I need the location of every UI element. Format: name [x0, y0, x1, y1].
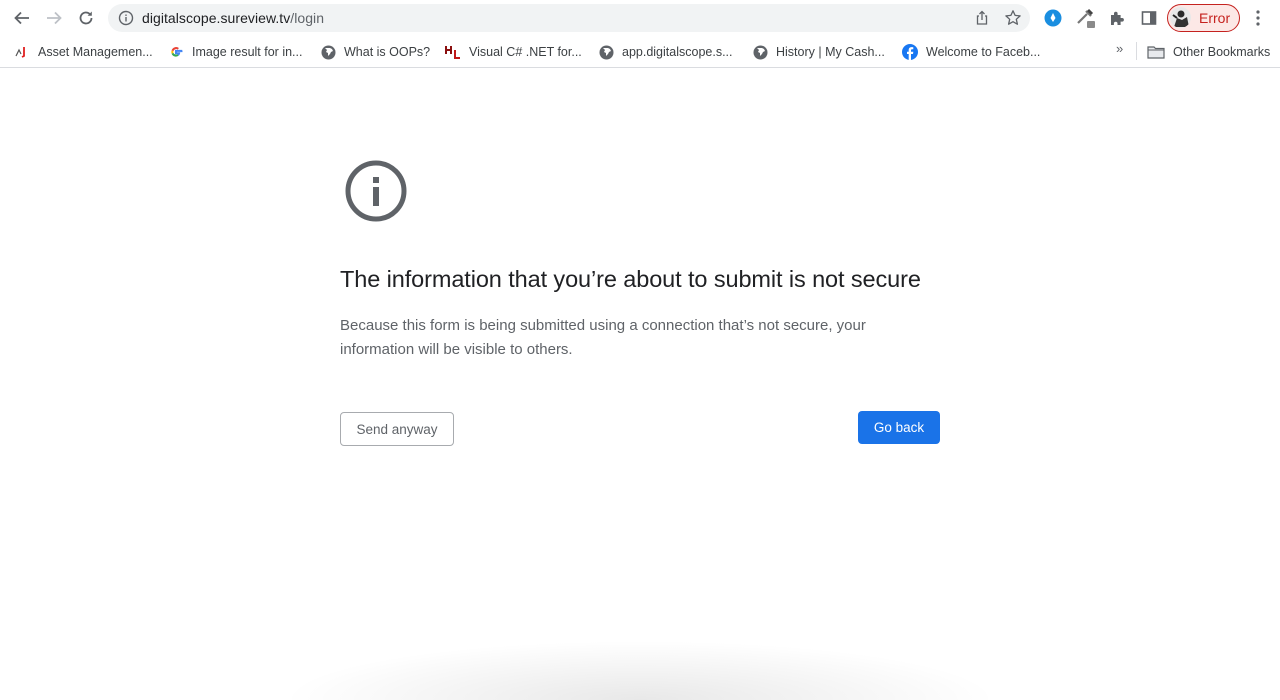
- pen-extension-icon: [1044, 9, 1062, 27]
- reload-icon: [79, 11, 93, 25]
- extension-pen-button[interactable]: [1042, 7, 1064, 29]
- puzzle-icon: [1111, 11, 1124, 25]
- bookmark-label: What is OOPs?: [344, 45, 431, 59]
- bookmarks-bar: Asset Managemen... Image result for in..…: [0, 36, 1280, 68]
- bookmark-label: Image result for in...: [192, 45, 303, 59]
- other-bookmarks-label: Other Bookmarks: [1173, 45, 1271, 59]
- arrow-right-icon: [47, 11, 62, 25]
- bookmark-label: Visual C# .NET for...: [469, 45, 582, 59]
- side-panel-button[interactable]: [1138, 7, 1160, 29]
- profile-error-label: Error: [1199, 10, 1231, 26]
- bottom-shadow: [280, 640, 1000, 700]
- arrow-left-icon: [14, 11, 29, 25]
- avatar: [1170, 7, 1191, 28]
- chrome-menu-button[interactable]: [1250, 8, 1266, 28]
- url-host: digitalscope.sureview.tv: [142, 10, 291, 26]
- asset-mgmt-icon: [14, 44, 30, 60]
- info-icon: [345, 160, 407, 222]
- share-icon[interactable]: [974, 10, 990, 26]
- reload-button[interactable]: [75, 7, 97, 29]
- forward-button[interactable]: [43, 7, 65, 29]
- profile-button[interactable]: Error: [1167, 4, 1240, 32]
- bookmark-item[interactable]: History | My Cash...: [752, 41, 885, 63]
- globe-icon: [598, 44, 614, 60]
- bookmark-item[interactable]: Visual C# .NET for...: [445, 41, 582, 63]
- extensions-button[interactable]: [1106, 7, 1128, 29]
- bookmark-item[interactable]: What is OOPs?: [320, 41, 430, 63]
- bookmark-label: Welcome to Faceb...: [926, 45, 1041, 59]
- more-vert-icon: [1256, 10, 1260, 26]
- bookmark-star-icon[interactable]: [1004, 9, 1022, 27]
- hl-icon: [445, 44, 461, 60]
- bookmark-item[interactable]: Image result for in...: [168, 41, 302, 63]
- folder-icon: [1147, 44, 1165, 60]
- bookmark-label: app.digitalscope.s...: [622, 45, 733, 59]
- url-path: /login: [290, 10, 325, 26]
- globe-icon: [752, 44, 768, 60]
- avatar-image-icon: [1172, 10, 1189, 27]
- bookmarks-overflow-button[interactable]: »: [1116, 41, 1123, 56]
- bookmark-item[interactable]: app.digitalscope.s...: [598, 41, 733, 63]
- page-title: The information that you’re about to sub…: [340, 266, 921, 292]
- go-back-button[interactable]: Go back: [858, 411, 940, 444]
- other-bookmarks-folder[interactable]: Other Bookmarks: [1147, 41, 1270, 63]
- bookmark-label: History | My Cash...: [776, 45, 885, 59]
- page-description: Because this form is being submitted usi…: [340, 317, 866, 358]
- facebook-icon: [902, 44, 918, 60]
- bookmarks-separator: [1136, 42, 1137, 60]
- bookmark-item[interactable]: Welcome to Faceb...: [902, 41, 1040, 63]
- bookmark-label: Asset Managemen...: [38, 45, 153, 59]
- globe-icon: [320, 44, 336, 60]
- address-bar[interactable]: digitalscope.sureview.tv/login: [108, 4, 1030, 32]
- browser-toolbar: digitalscope.sureview.tv/login Error: [0, 0, 1280, 36]
- bookmark-item[interactable]: Asset Managemen...: [14, 41, 153, 63]
- site-info-icon[interactable]: [118, 10, 134, 26]
- eyedropper-icon: [1077, 8, 1095, 28]
- extension-eyedropper-button[interactable]: [1074, 7, 1096, 29]
- send-anyway-button[interactable]: Send anyway: [340, 412, 454, 446]
- back-button[interactable]: [11, 7, 33, 29]
- google-icon: [168, 44, 184, 60]
- side-panel-icon: [1141, 11, 1157, 25]
- url-text[interactable]: digitalscope.sureview.tv/login: [142, 10, 324, 26]
